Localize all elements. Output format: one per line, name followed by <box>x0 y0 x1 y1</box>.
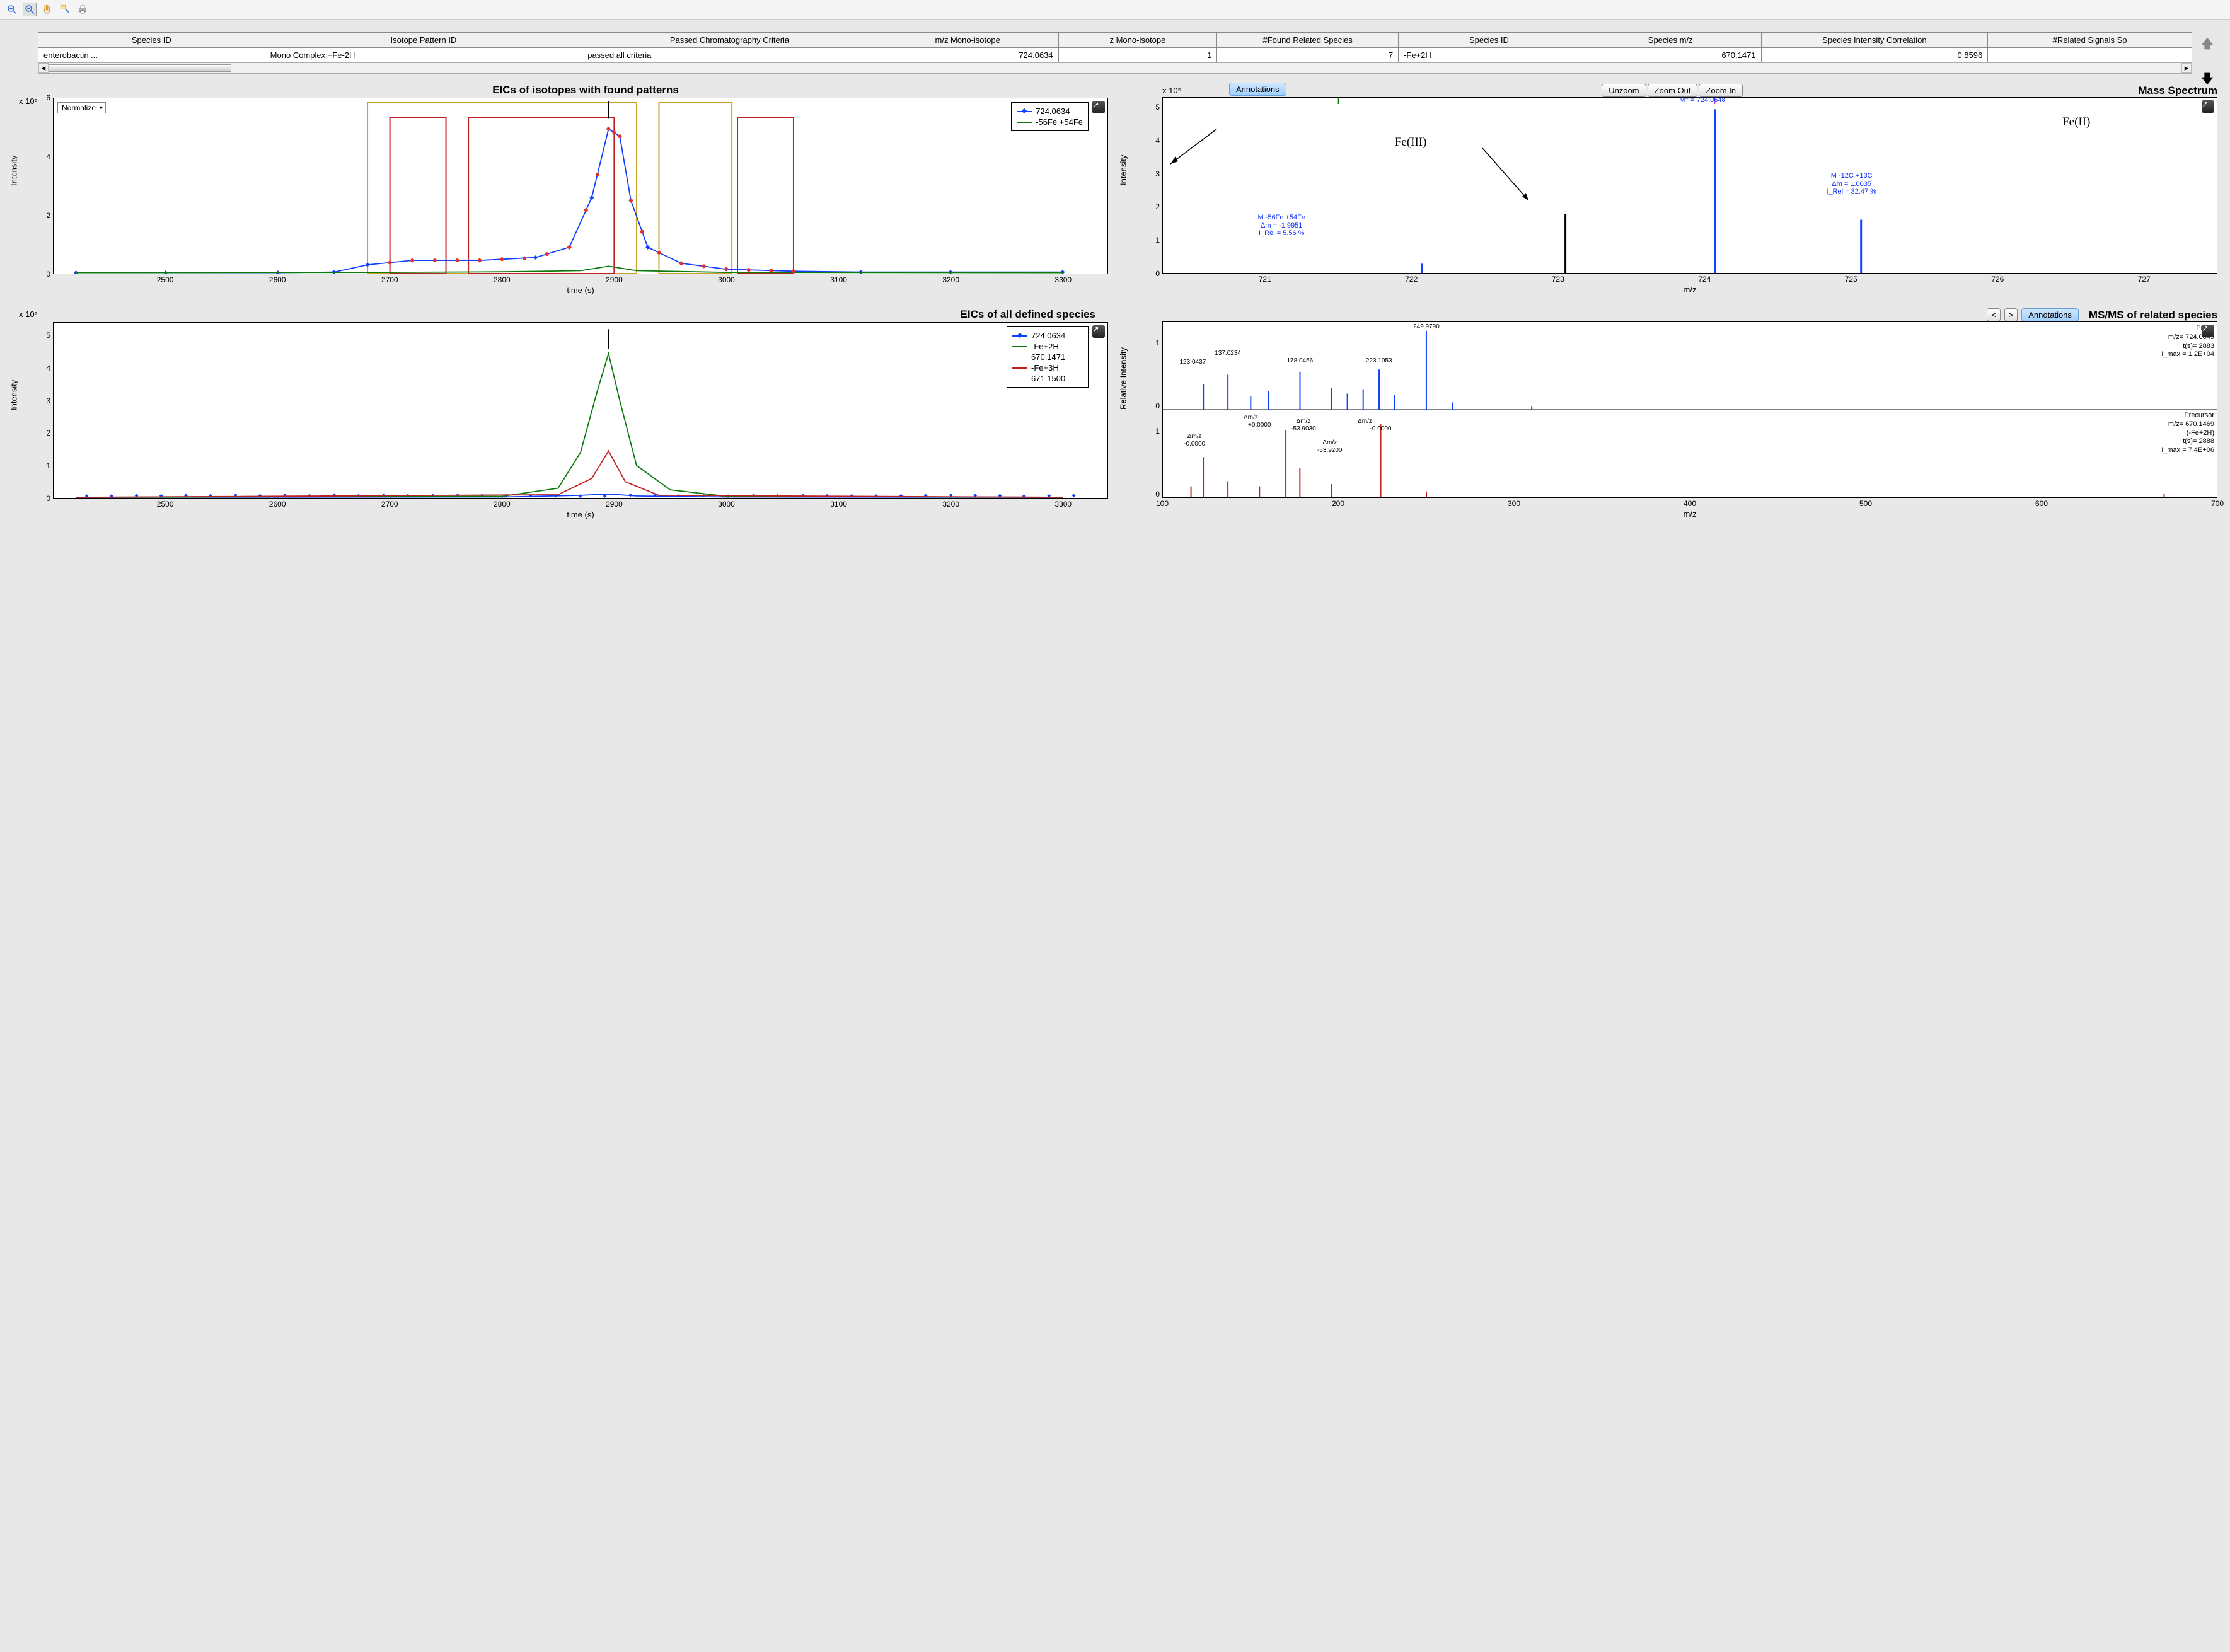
zoom-in-icon[interactable] <box>5 3 19 16</box>
legend-724: 724.0634 <box>1036 107 1070 116</box>
dropdown-icon: ▼ <box>98 105 104 111</box>
popout-icon[interactable] <box>1092 325 1105 338</box>
peak-main-label: M⁺ = 724.0648 <box>1679 96 1725 105</box>
toolbar <box>0 0 2230 20</box>
chart2-yaxis: Intensity 0 1 2 3 4 5 <box>1122 97 1162 274</box>
normalize-select[interactable]: Normalize▼ <box>57 102 106 113</box>
chart1-xlabel: time (s) <box>567 286 594 295</box>
row-up-icon[interactable] <box>2198 35 2216 52</box>
normalize-value: Normalize <box>62 103 96 112</box>
cell-passed: passed all criteria <box>582 48 877 63</box>
scroll-track[interactable] <box>49 64 2181 72</box>
scroll-thumb[interactable] <box>49 64 231 72</box>
scroll-right-icon[interactable]: ▸ <box>2181 63 2192 73</box>
chart2-xlabel: m/z <box>1684 285 1697 294</box>
chart1-plot-area[interactable]: Normalize▼ 724.0634 -56Fe +54Fe <box>53 98 1108 274</box>
chart4-plot-area[interactable]: Precum/z= 724.0649t(s)= 2883I_max = 1.2E… <box>1162 321 2217 498</box>
col-species-mz[interactable]: Species m/z <box>1580 33 1761 48</box>
col-related-signals[interactable]: #Related Signals Sp <box>1988 33 2192 48</box>
legend-56fe: -56Fe +54Fe <box>1036 117 1083 127</box>
chart-msms: < > Annotations MS/MS of related species… <box>1118 304 2221 524</box>
col-species-id[interactable]: Species ID <box>38 33 265 48</box>
chart1-ylabel: Intensity <box>9 156 19 186</box>
chart-eic-all-species: EICs of all defined species x 10⁷ Intens… <box>9 304 1112 524</box>
chart3-legend: 724.0634 -Fe+2H 670.1471 -Fe+3H 671.1500 <box>1007 326 1089 388</box>
species-table: Species ID Isotope Pattern ID Passed Chr… <box>38 32 2192 63</box>
chart3-title: EICs of all defined species <box>63 308 1095 321</box>
scroll-left-icon[interactable]: ◂ <box>38 63 49 73</box>
cell-species-id: enterobactin ... <box>38 48 265 63</box>
legend3-fe3h-b: 671.1500 <box>1031 374 1065 383</box>
chart1-legend: 724.0634 -56Fe +54Fe <box>1011 102 1089 131</box>
cell-found-related: 7 <box>1217 48 1399 63</box>
chart4-xaxis: m/z 100200300400500600700 <box>1162 498 2217 522</box>
chart4-ylabel: Relative Intensity <box>1119 347 1128 410</box>
popout-icon[interactable] <box>2202 100 2214 113</box>
peak-right-label: M -12C +13CΔm = 1.0035I_Rel = 32.47 % <box>1827 172 1876 196</box>
cell-isotope-pattern: Mono Complex +Fe-2H <box>265 48 582 63</box>
popout-icon[interactable] <box>2202 325 2214 337</box>
col-species-id2[interactable]: Species ID <box>1399 33 1580 48</box>
chart3-yexp: x 10⁷ <box>19 309 37 319</box>
print-icon[interactable] <box>76 3 90 16</box>
col-intensity-corr[interactable]: Species Intensity Correlation <box>1761 33 1988 48</box>
next-button[interactable]: > <box>2004 308 2018 321</box>
data-cursor-icon[interactable] <box>58 3 72 16</box>
col-mz-mono[interactable]: m/z Mono-isotope <box>877 33 1058 48</box>
chart2-plot-area[interactable]: Fe(III) Fe(II) M⁺ = 724.0648 M -56Fe +54… <box>1162 97 2217 274</box>
legend3-fe2h-a: -Fe+2H <box>1031 342 1059 351</box>
chart1-xaxis: time (s) 2500260027002800290030003100320… <box>53 274 1108 298</box>
zoom-out-button[interactable]: Zoom Out <box>1648 84 1698 97</box>
chart3-xaxis: time (s) 2500260027002800290030003100320… <box>53 499 1108 523</box>
cell-z-mono: 1 <box>1058 48 1217 63</box>
chart2-xaxis: m/z 721722723724725726727 <box>1162 274 2217 297</box>
col-passed-criteria[interactable]: Passed Chromatography Criteria <box>582 33 877 48</box>
legend3-724: 724.0634 <box>1031 331 1065 340</box>
cell-related-signals <box>1988 48 2192 63</box>
chart1-title: EICs of isotopes with found patterns <box>63 84 1108 96</box>
col-z-mono[interactable]: z Mono-isotope <box>1058 33 1217 48</box>
legend3-fe3h-a: -Fe+3H <box>1031 363 1059 373</box>
zoom-in-button[interactable]: Zoom In <box>1699 84 1743 97</box>
popout-icon[interactable] <box>1092 101 1105 113</box>
chart3-yaxis: Intensity 0 1 2 3 4 5 <box>13 322 53 499</box>
chart3-plot-area[interactable]: 724.0634 -Fe+2H 670.1471 -Fe+3H 671.1500 <box>53 322 1108 499</box>
chart1-yaxis: Intensity 0 2 4 6 <box>13 98 53 274</box>
cell-corr: 0.8596 <box>1761 48 1988 63</box>
chart3-xlabel: time (s) <box>567 510 594 519</box>
chart-mass-spectrum: Annotations x 10⁵ Unzoom Zoom Out Zoom I… <box>1118 80 2221 299</box>
annotations-button[interactable]: Annotations <box>1229 83 1286 96</box>
chart-eic-isotopes: EICs of isotopes with found patterns x 1… <box>9 80 1112 299</box>
cell-sp-id2: -Fe+2H <box>1399 48 1580 63</box>
chart4-title: MS/MS of related species <box>2089 309 2217 321</box>
cell-mz-mono: 724.0634 <box>877 48 1058 63</box>
col-isotope-pattern[interactable]: Isotope Pattern ID <box>265 33 582 48</box>
chart4-yaxis: Relative Intensity 0 1 0 1 <box>1122 321 1162 498</box>
chart2-yexp: x 10⁵ <box>1162 86 1181 95</box>
zoom-out-icon[interactable] <box>23 3 37 16</box>
table-row[interactable]: enterobactin ... Mono Complex +Fe-2H pas… <box>38 48 2192 63</box>
col-found-related[interactable]: #Found Related Species <box>1217 33 1399 48</box>
table-header-row: Species ID Isotope Pattern ID Passed Chr… <box>38 33 2192 48</box>
annotations-button-2[interactable]: Annotations <box>2021 308 2079 321</box>
fe2-label: Fe(II) <box>2062 115 2090 129</box>
prev-button[interactable]: < <box>1987 308 2001 321</box>
legend3-fe2h-b: 670.1471 <box>1031 352 1065 362</box>
peak-left-label: M -56Fe +54FeΔm = -1.9951I_Rel = 5.56 % <box>1257 214 1305 238</box>
chart2-ylabel: Intensity <box>1119 155 1128 185</box>
pan-icon[interactable] <box>40 3 54 16</box>
fe3-label: Fe(III) <box>1395 136 1427 149</box>
chart4-xlabel: m/z <box>1684 509 1697 519</box>
unzoom-button[interactable]: Unzoom <box>1602 84 1646 97</box>
chart3-ylabel: Intensity <box>9 380 19 410</box>
chart2-title: Mass Spectrum <box>2138 84 2217 97</box>
h-scrollbar[interactable]: ◂ ▸ <box>38 62 2192 74</box>
cell-sp-mz: 670.1471 <box>1580 48 1761 63</box>
data-table-wrap: Species ID Isotope Pattern ID Passed Chr… <box>38 32 2192 74</box>
